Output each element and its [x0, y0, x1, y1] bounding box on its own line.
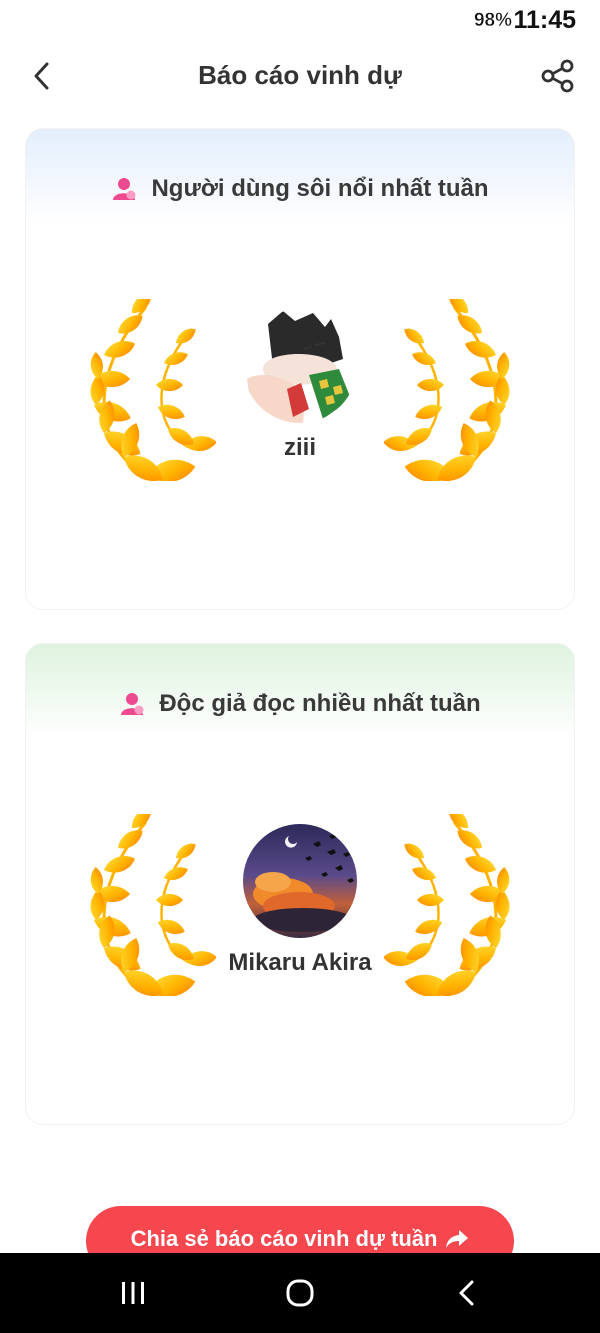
page-title: Báo cáo vinh dự: [198, 60, 402, 90]
back-arrow-icon: [459, 1280, 474, 1306]
share-icon: [541, 59, 574, 93]
share-arrow-icon: [446, 1230, 469, 1248]
recent-apps-icon: [122, 1282, 144, 1304]
most-active-user-card: Người dùng sôi nổi nhất tuần ziii: [25, 128, 575, 610]
avatar[interactable]: [243, 309, 357, 423]
avatar-image: [243, 309, 357, 423]
share-button[interactable]: [538, 56, 578, 96]
system-back-button[interactable]: [437, 1273, 497, 1313]
user-icon: [121, 693, 144, 715]
clock: 11:45: [513, 6, 576, 34]
card-title-row: Người dùng sôi nổi nhất tuần: [26, 175, 574, 203]
avatar-image: [243, 824, 357, 938]
share-weekly-report-label: Chia sẻ báo cáo vinh dự tuần: [130, 1226, 438, 1251]
user-name[interactable]: ziii: [26, 434, 574, 462]
avatar[interactable]: [243, 824, 357, 938]
card-title-row: Độc giả đọc nhiều nhất tuần: [26, 690, 574, 718]
user-name[interactable]: Mikaru Akira: [26, 949, 574, 977]
status-bar: 98% 11:45: [0, 0, 600, 44]
battery-level: 98%: [473, 10, 512, 31]
app-header: Báo cáo vinh dự: [0, 48, 600, 104]
recent-apps-button[interactable]: [103, 1273, 163, 1313]
card-title: Người dùng sôi nổi nhất tuần: [151, 175, 489, 202]
home-button[interactable]: [270, 1273, 330, 1313]
card-title: Độc giả đọc nhiều nhất tuần: [159, 690, 481, 717]
top-reader-card: Độc giả đọc nhiều nhất tuần Mikaru Akira: [25, 643, 575, 1125]
home-icon: [286, 1279, 314, 1307]
user-icon: [113, 178, 136, 200]
system-navigation-bar: [0, 1253, 600, 1333]
